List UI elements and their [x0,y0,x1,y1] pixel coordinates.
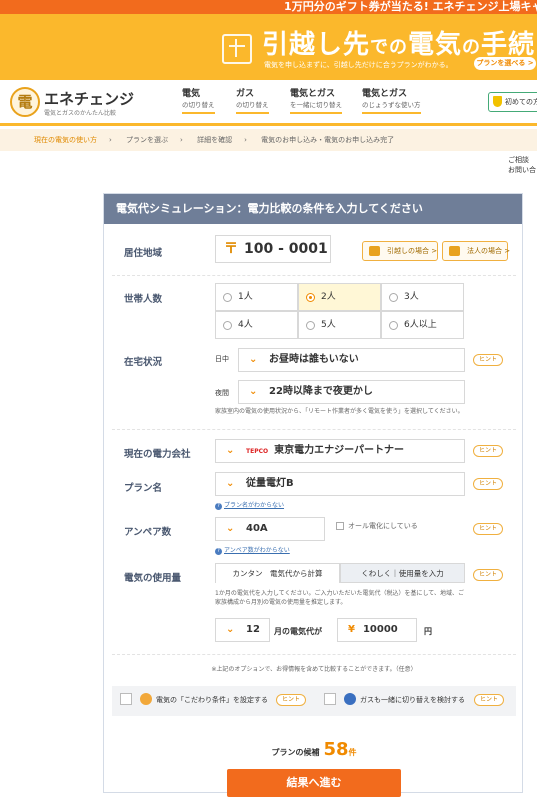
options-note: ※上記のオプションで、お得情報を含めて比較することができます。（任意） [211,666,417,673]
ampere-select[interactable]: ⌄ 40A [215,517,325,541]
logo-tagline: 電気とガスのかんたん比較 [44,110,117,117]
chevron-down-icon: ⌄ [226,478,235,489]
truck-icon [369,246,380,256]
chevron-down-icon: ⌄ [226,445,235,456]
site-header: 電 エネチェンジ 電気とガスのかんたん比較 電気 の切り替え ガス の切り替え 電気… [0,80,537,126]
current-company-label: 現在の電力会社 [124,449,191,460]
household-option-5[interactable]: 5人 [298,311,381,339]
breadcrumb-step: 現在の電気の使い方 [34,136,97,144]
banner-cta-button[interactable]: プランを選べる > [474,57,536,70]
nav-usage-tips[interactable]: 電気とガス のじょうずな使い方 [362,89,421,114]
hint-button[interactable]: ヒント [473,569,503,581]
home-status-label: 在宅状況 [124,357,163,368]
options-row: 電気の「こだわり条件」を設定する ヒント ガスも一緒に切り替えを検討する ヒント [112,686,516,716]
radio-selected-icon [306,293,315,302]
radio-icon [223,321,232,330]
beginner-button[interactable]: 初めての方 [488,92,537,112]
plan-count: プランの候補 58件 [271,739,357,760]
ampere-label: アンペア数 [124,527,172,538]
banner-subtext: 電気を申し込まずに、引越し先だけに合うプランがわかる。 [264,61,453,69]
month-select[interactable]: ⌄ 12 [215,618,270,642]
electric-icon [140,693,152,705]
home-status-note: 家族室内の電気の使用状況から、「リモート作業者が多く電気を使う」を選択してくださ… [215,408,464,415]
submit-button[interactable]: 結果へ進む [227,769,401,797]
usage-label: 電気の使用量 [124,573,182,584]
gas-flame-icon [344,693,356,705]
yen-icon: ¥ [348,624,355,635]
daytime-label: 日中 [215,355,229,363]
building-icon [449,246,460,256]
household-option-4[interactable]: 4人 [215,311,298,339]
household-option-3[interactable]: 3人 [381,283,464,311]
hint-button[interactable]: ヒント [473,523,503,535]
household-option-6[interactable]: 6人以上 [381,311,464,339]
chevron-down-icon: ⌄ [226,523,235,534]
hero-banner[interactable]: 引越し先での電気の手続き 電気を申し込まずに、引越し先だけに合うプランがわかる。… [0,14,537,80]
postal-code-input[interactable]: 〒 100 - 0001 [215,235,331,263]
address-label: 居住地域 [124,248,163,259]
campaign-bar[interactable]: 1万円分のギフト券が当たる! エネチェンジ上場キャンペーン開 [0,0,537,14]
moving-case-button[interactable]: 引越しの場合 > [362,241,438,261]
breadcrumb-step: 電気のお申し込み・電気のお申し込み完了 [261,136,395,144]
moving-box-icon [222,34,252,64]
contact-link[interactable]: ご相談 お問い合 [508,155,536,175]
form-title: 電気代シミュレーション：電力比較の条件を入力してください [104,194,522,224]
shield-icon [493,96,502,107]
radio-icon [389,293,398,302]
hint-button[interactable]: ヒント [473,354,503,366]
yen-suffix: 円 [424,627,432,636]
usage-note: 1か月の電気代を入力してください。ご入力いただいた電気代（税込）を基にして、地域… [215,590,464,606]
hint-button[interactable]: ヒント [473,478,503,490]
ampere-unknown-link[interactable]: ? アンペア数がわからない [215,545,290,555]
bill-amount-input[interactable]: ¥10000 [337,618,417,642]
postal-mark-icon: 〒 [224,241,238,257]
corporate-case-button[interactable]: 法人の場合 > [442,241,510,261]
radio-icon [223,293,232,302]
household-label: 世帯人数 [124,294,163,305]
campaign-text: 1万円分のギフト券が当たる! エネチェンジ上場キャンペーン開 [284,0,537,13]
simulation-form: 電気代シミュレーション：電力比較の条件を入力してください 居住地域 〒 100 -… [103,193,523,797]
banner-headline: 引越し先での電気の手続き [262,30,537,60]
plan-select[interactable]: ⌄ 従量電灯B [215,472,465,496]
option-a-checkbox[interactable] [120,693,132,705]
question-icon: ? [215,503,222,510]
all-electric-checkbox[interactable] [336,522,344,530]
step-breadcrumb: 現在の電気の使い方 › プランを選ぶ › 詳細を確認 › 電気のお申し込み・電気のお申… [0,129,537,151]
radio-icon [389,321,398,330]
hint-button[interactable]: ヒント [473,445,503,457]
breadcrumb-step: プランを選ぶ [126,136,169,144]
breadcrumb-step: 詳細を確認 [197,136,233,144]
night-select[interactable]: ⌄ 22時以降まで夜更かし [238,380,465,404]
radio-icon [306,321,315,330]
nav-electric-and-gas[interactable]: 電気とガス を一緒に切り替え [290,89,342,114]
night-label: 夜間 [215,389,229,397]
question-icon: ? [215,548,222,555]
current-company-select[interactable]: ⌄ TEPCO 東京電力エナジーパートナー [215,439,465,463]
hint-button[interactable]: ヒント [474,694,504,706]
all-electric-label: オール電化にしている [348,522,418,530]
logo-name[interactable]: エネチェンジ [44,88,134,109]
nav-gas[interactable]: ガス の切り替え [236,89,269,114]
household-option-1[interactable]: 1人 [215,283,298,311]
nav-electric[interactable]: 電気 の切り替え [182,89,215,114]
hint-button[interactable]: ヒント [276,694,306,706]
month-suffix: 月の電気代が [274,627,322,636]
logo-icon[interactable]: 電 [10,87,40,117]
tepco-logo: TEPCO [246,448,269,455]
option-b-checkbox[interactable] [324,693,336,705]
tab-detailed-input[interactable]: くわしく｜使用量を入力 [340,563,465,583]
chevron-down-icon: ⌄ [249,354,258,365]
plan-label: プラン名 [124,483,163,494]
plan-unknown-link[interactable]: ? プラン名がわからない [215,500,284,510]
daytime-select[interactable]: ⌄ お昼時は誰もいない [238,348,465,372]
option-b-label[interactable]: ガスも一緒に切り替えを検討する [360,695,465,705]
household-option-2[interactable]: 2人 [298,283,381,311]
chevron-down-icon: ⌄ [249,386,258,397]
tab-easy-calc[interactable]: カンタン 電気代から計算 [215,563,340,583]
option-a-label[interactable]: 電気の「こだわり条件」を設定する [156,695,268,705]
chevron-down-icon: ⌄ [226,624,235,635]
